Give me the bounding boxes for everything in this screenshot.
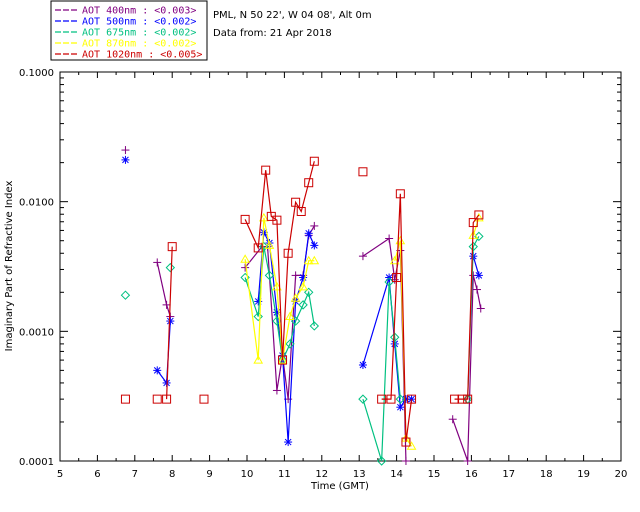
data-point-diamond	[120, 290, 131, 300]
y-axis-label: Imaginary Part of Refractive Index	[4, 181, 15, 352]
x-tick-label: 19	[577, 469, 590, 480]
series-2	[120, 231, 484, 466]
series-layer	[120, 146, 485, 466]
legend-entry: AOT 870nm : <0.002>	[82, 39, 196, 50]
x-tick-label: 20	[615, 469, 628, 480]
y-tick-label: 0.1000	[19, 68, 54, 79]
x-axis-label: Time (GMT)	[310, 481, 369, 492]
data-point-star	[304, 229, 313, 238]
data-point-plus	[272, 386, 281, 395]
legend-entry: AOT 1020nm : <0.005>	[82, 50, 202, 61]
y-tick-label: 0.0100	[19, 198, 54, 209]
data-point-plus	[463, 457, 472, 465]
x-tick-label: 13	[353, 469, 366, 480]
data-point-plus	[473, 285, 482, 294]
data-point-plus	[153, 258, 162, 267]
x-tick-label: 18	[540, 469, 553, 480]
data-point-square	[199, 394, 209, 404]
plot-frame	[59, 71, 622, 462]
x-tick-label: 10	[241, 469, 254, 480]
axis-ticks: 5 6 7 8 9 10 11 12 13 14 15 16 17 18 19 20 0.0001 0.0010 0…	[19, 68, 627, 480]
data-point-star	[310, 241, 319, 250]
series-3	[240, 212, 484, 450]
data-point-star	[272, 308, 281, 317]
data-point-diamond	[165, 262, 176, 273]
data-point-star	[396, 403, 405, 412]
date-label: Data from: 21 Apr 2018	[213, 28, 332, 39]
series-line	[452, 275, 482, 462]
series-line	[165, 246, 173, 400]
legend-entry: AOT 500nm : <0.002>	[82, 17, 196, 28]
x-tick-label: 16	[465, 469, 478, 480]
data-point-plus	[448, 415, 457, 424]
series-1	[121, 155, 483, 447]
data-point-star	[166, 317, 175, 326]
data-point-plus	[121, 146, 130, 155]
x-tick-label: 5	[57, 469, 63, 480]
data-point-star	[358, 360, 367, 369]
data-point-plus	[358, 252, 367, 261]
data-point-star	[121, 155, 130, 164]
x-tick-label: 15	[428, 469, 441, 480]
x-tick-label: 6	[94, 469, 100, 480]
y-tick-label: 0.0010	[19, 327, 54, 338]
station-label: PML, N 50 22', W 04 08', Alt 0m	[213, 10, 372, 21]
x-tick-label: 9	[206, 469, 212, 480]
series-line	[467, 236, 480, 400]
data-point-square	[152, 394, 162, 404]
data-point-plus	[291, 271, 300, 280]
legend-entry: AOT 675nm : <0.002>	[82, 28, 196, 39]
x-tick-label: 8	[169, 469, 175, 480]
x-tick-label: 7	[132, 469, 138, 480]
x-tick-label: 12	[315, 469, 328, 480]
data-point-plus	[385, 234, 394, 243]
y-tick-label: 0.0001	[19, 457, 54, 468]
legend-entry: AOT 400nm : <0.003>	[82, 6, 196, 17]
data-point-star	[474, 271, 483, 280]
x-tick-label: 14	[390, 469, 403, 480]
series-line	[156, 262, 171, 317]
data-point-star	[284, 438, 293, 447]
legend: AOT 400nm : <0.003>AOT 500nm : <0.002>AO…	[50, 0, 208, 61]
series-line	[362, 237, 407, 462]
data-point-star	[153, 366, 162, 375]
chart: AOT 400nm : <0.003>AOT 500nm : <0.002>AO…	[4, 0, 627, 492]
data-point-plus	[310, 221, 319, 230]
x-tick-label: 11	[278, 469, 291, 480]
series-line	[381, 193, 413, 443]
data-point-plus	[476, 304, 485, 313]
data-point-plus	[401, 457, 410, 465]
x-tick-label: 17	[502, 469, 515, 480]
data-point-square	[120, 394, 130, 404]
data-point-square	[358, 167, 368, 177]
